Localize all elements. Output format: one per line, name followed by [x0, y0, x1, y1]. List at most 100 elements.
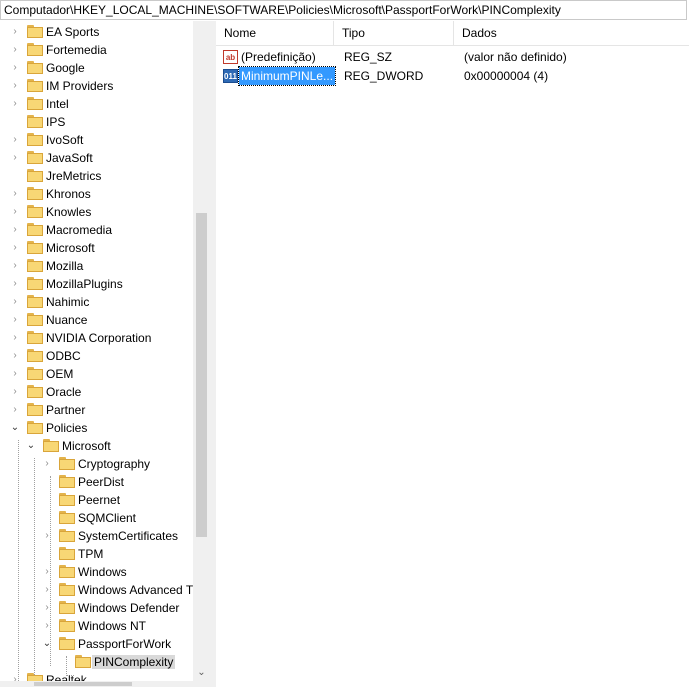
- tree-item-windows-nt[interactable]: › Windows NT: [0, 617, 193, 635]
- tree-item-label: Windows: [78, 565, 127, 579]
- tree-item-partner[interactable]: › Partner: [0, 401, 193, 419]
- folder-icon: [59, 547, 75, 560]
- column-header-name[interactable]: Nome: [216, 21, 334, 45]
- chevron-right-icon[interactable]: ›: [10, 133, 20, 147]
- chevron-right-icon[interactable]: ›: [10, 349, 20, 363]
- tree-item-windows-defender[interactable]: › Windows Defender: [0, 599, 193, 617]
- tree-item-fortemedia[interactable]: › Fortemedia: [0, 41, 193, 59]
- tree-item-policies-microsoft[interactable]: ⌄ Microsoft: [0, 437, 193, 455]
- tree-item-policies[interactable]: ⌄ Policies: [0, 419, 193, 437]
- chevron-right-icon[interactable]: ›: [10, 187, 20, 201]
- value-data: (valor não definido): [464, 50, 567, 64]
- scrollbar-thumb[interactable]: [196, 213, 207, 537]
- folder-icon: [27, 61, 43, 74]
- folder-icon: [27, 187, 43, 200]
- tree-item-ips[interactable]: IPS: [0, 113, 193, 131]
- tree-item-label: IvoSoft: [46, 133, 84, 147]
- tree-item-ivosoft[interactable]: › IvoSoft: [0, 131, 193, 149]
- tree-item-systemcertificates[interactable]: › SystemCertificates: [0, 527, 193, 545]
- column-header-data[interactable]: Dados: [454, 21, 689, 45]
- tree-item-ea-sports[interactable]: › EA Sports: [0, 23, 193, 41]
- tree-item-knowles[interactable]: › Knowles: [0, 203, 193, 221]
- chevron-down-icon[interactable]: ⌄: [10, 421, 20, 435]
- tree-vertical-scrollbar[interactable]: ⌄: [193, 21, 210, 687]
- chevron-right-icon[interactable]: ›: [10, 223, 20, 237]
- chevron-down-icon[interactable]: ⌄: [26, 439, 36, 453]
- chevron-right-icon[interactable]: ›: [42, 565, 52, 579]
- address-bar[interactable]: Computador\HKEY_LOCAL_MACHINE\SOFTWARE\P…: [0, 0, 687, 20]
- chevron-right-icon[interactable]: ›: [10, 385, 20, 399]
- tree-item-mozillaplugins[interactable]: › MozillaPlugins: [0, 275, 193, 293]
- tree-item-pincomplexity[interactable]: PINComplexity: [0, 653, 193, 671]
- tree-item-oem[interactable]: › OEM: [0, 365, 193, 383]
- tree-item-intel[interactable]: › Intel: [0, 95, 193, 113]
- value-name[interactable]: MinimumPINLe...: [237, 66, 337, 86]
- chevron-down-icon[interactable]: ⌄: [42, 637, 52, 651]
- folder-icon: [27, 421, 43, 434]
- tree-item-nuance[interactable]: › Nuance: [0, 311, 193, 329]
- chevron-right-icon[interactable]: ›: [10, 43, 20, 57]
- tree-item-khronos[interactable]: › Khronos: [0, 185, 193, 203]
- tree-item-tpm[interactable]: TPM: [0, 545, 193, 563]
- chevron-right-icon[interactable]: ›: [10, 277, 20, 291]
- value-name: (Predefinição): [241, 50, 316, 64]
- chevron-right-icon[interactable]: ›: [10, 151, 20, 165]
- scrollbar-thumb[interactable]: [34, 682, 132, 686]
- values-pane[interactable]: Nome Tipo Dados ab (Predefinição) REG_SZ…: [216, 21, 689, 687]
- tree-item-odbc[interactable]: › ODBC: [0, 347, 193, 365]
- chevron-right-icon[interactable]: ›: [42, 583, 52, 597]
- folder-icon: [59, 493, 75, 506]
- tree-item-nvidia-corporation[interactable]: › NVIDIA Corporation: [0, 329, 193, 347]
- value-row[interactable]: ab (Predefinição) REG_SZ (valor não defi…: [216, 48, 689, 66]
- tree-item-passportforwork[interactable]: ⌄ PassportForWork: [0, 635, 193, 653]
- tree-item-macromedia[interactable]: › Macromedia: [0, 221, 193, 239]
- chevron-right-icon[interactable]: ›: [10, 403, 20, 417]
- chevron-right-icon[interactable]: ›: [10, 79, 20, 93]
- tree-item-javasoft[interactable]: › JavaSoft: [0, 149, 193, 167]
- chevron-right-icon[interactable]: ›: [10, 25, 20, 39]
- chevron-right-icon[interactable]: ›: [10, 241, 20, 255]
- scroll-down-arrow-icon[interactable]: ⌄: [196, 666, 207, 680]
- tree-item-microsoft[interactable]: › Microsoft: [0, 239, 193, 257]
- value-type: REG_DWORD: [344, 69, 424, 83]
- tree-item-label: MozillaPlugins: [46, 277, 123, 291]
- folder-icon: [27, 241, 43, 254]
- value-row[interactable]: 011 MinimumPINLe... REG_DWORD 0x00000004…: [216, 66, 689, 86]
- tree-item-peerdist[interactable]: PeerDist: [0, 473, 193, 491]
- folder-icon: [59, 601, 75, 614]
- tree-item-im-providers[interactable]: › IM Providers: [0, 77, 193, 95]
- tree-item-google[interactable]: › Google: [0, 59, 193, 77]
- tree-item-jremetrics[interactable]: JreMetrics: [0, 167, 193, 185]
- tree-item-label: SystemCertificates: [78, 529, 179, 543]
- chevron-right-icon[interactable]: ›: [10, 367, 20, 381]
- tree-item-mozilla[interactable]: › Mozilla: [0, 257, 193, 275]
- folder-icon: [59, 583, 75, 596]
- folder-icon: [43, 439, 59, 452]
- tree-item-label: Partner: [46, 403, 86, 417]
- chevron-right-icon[interactable]: ›: [10, 97, 20, 111]
- chevron-right-icon[interactable]: ›: [10, 61, 20, 75]
- chevron-right-icon[interactable]: ›: [42, 601, 52, 615]
- tree-horizontal-scrollbar[interactable]: [0, 681, 193, 687]
- tree-item-nahimic[interactable]: › Nahimic: [0, 293, 193, 311]
- tree-item-label: JreMetrics: [46, 169, 102, 183]
- chevron-right-icon[interactable]: ›: [10, 259, 20, 273]
- header-divider: [216, 45, 689, 46]
- tree-item-windows[interactable]: › Windows: [0, 563, 193, 581]
- tree-item-label: PassportForWork: [78, 637, 172, 651]
- tree-item-peernet[interactable]: Peernet: [0, 491, 193, 509]
- chevron-right-icon[interactable]: ›: [10, 295, 20, 309]
- registry-tree[interactable]: › EA Sports › Fortemedia › Google › IM P…: [0, 21, 210, 687]
- chevron-right-icon[interactable]: ›: [10, 205, 20, 219]
- tree-item-oracle[interactable]: › Oracle: [0, 383, 193, 401]
- column-header-type[interactable]: Tipo: [334, 21, 454, 45]
- chevron-right-icon[interactable]: ›: [10, 313, 20, 327]
- tree-item-cryptography[interactable]: › Cryptography: [0, 455, 193, 473]
- chevron-right-icon[interactable]: ›: [42, 619, 52, 633]
- tree-item-windows-advanced-threat[interactable]: › Windows Advanced T: [0, 581, 193, 599]
- chevron-right-icon[interactable]: ›: [10, 331, 20, 345]
- chevron-right-icon[interactable]: ›: [42, 529, 52, 543]
- folder-icon: [59, 565, 75, 578]
- chevron-right-icon[interactable]: ›: [42, 457, 52, 471]
- tree-item-sqmclient[interactable]: SQMClient: [0, 509, 193, 527]
